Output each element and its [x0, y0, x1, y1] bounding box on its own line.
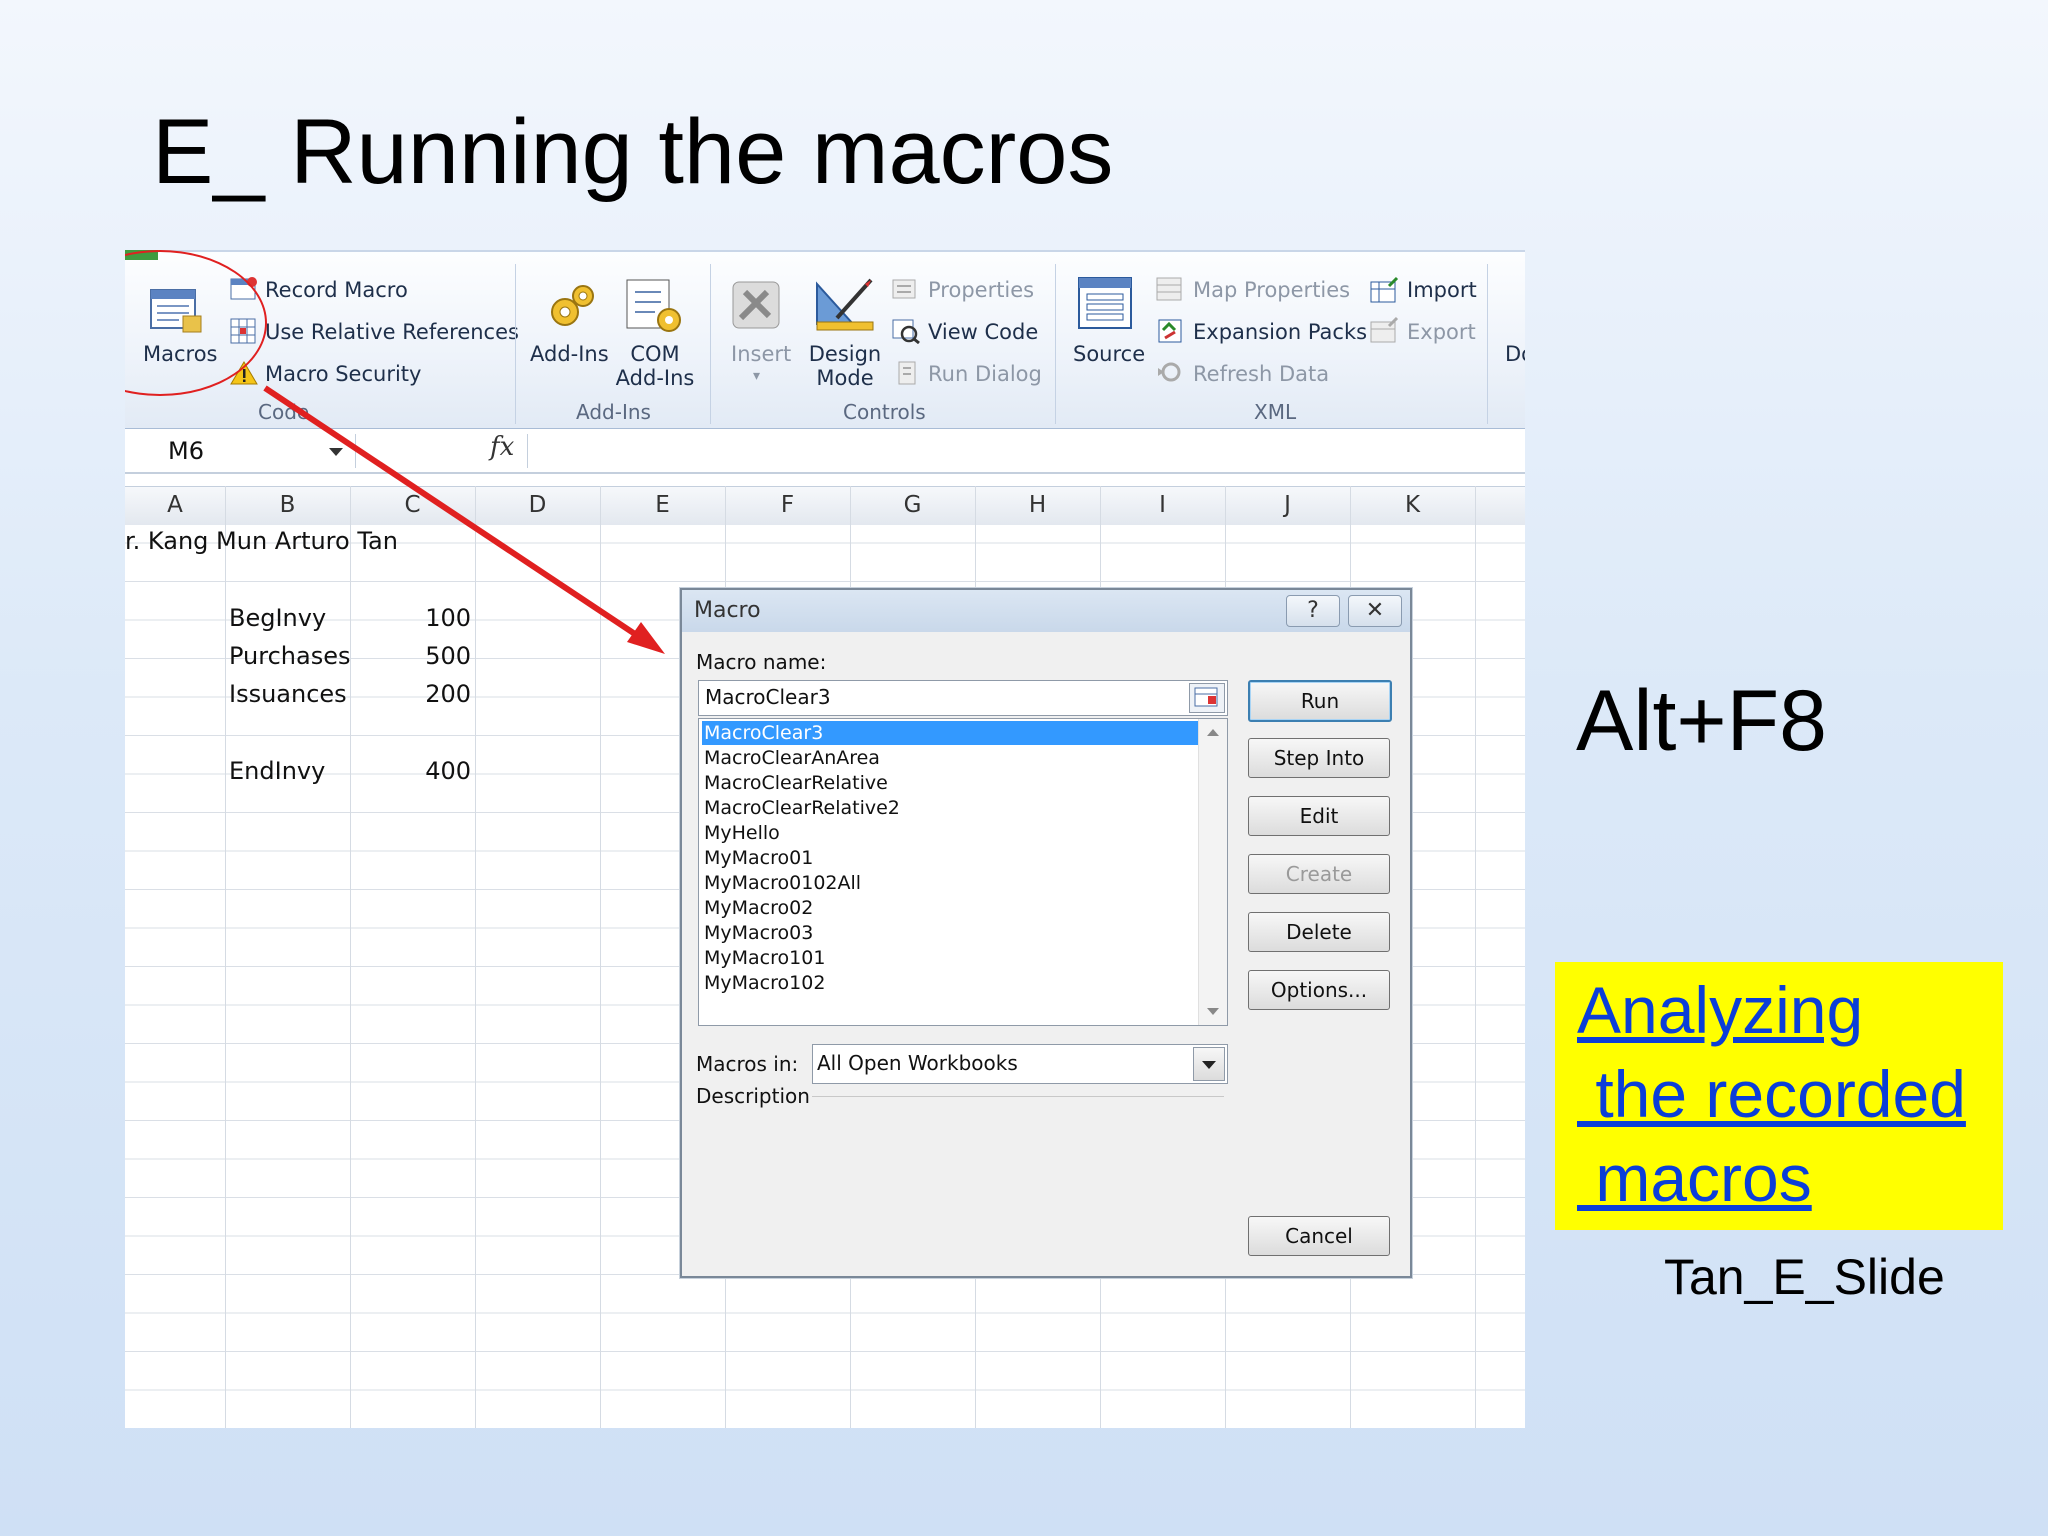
link-highlight-box: Analyzing the recorded macros [1555, 962, 2003, 1230]
analyzing-macros-link[interactable]: Analyzing the recorded macros [1577, 968, 1966, 1220]
slide-footer: Tan_E_Slide [1664, 1249, 1945, 1305]
shortcut-text: Alt+F8 [1576, 673, 1827, 769]
red-arrow-icon [263, 385, 665, 654]
excel-screenshot: Macros Record Macro Use Relative Referen… [125, 250, 1525, 1428]
slide-title: E_ Running the macros [152, 101, 1114, 203]
